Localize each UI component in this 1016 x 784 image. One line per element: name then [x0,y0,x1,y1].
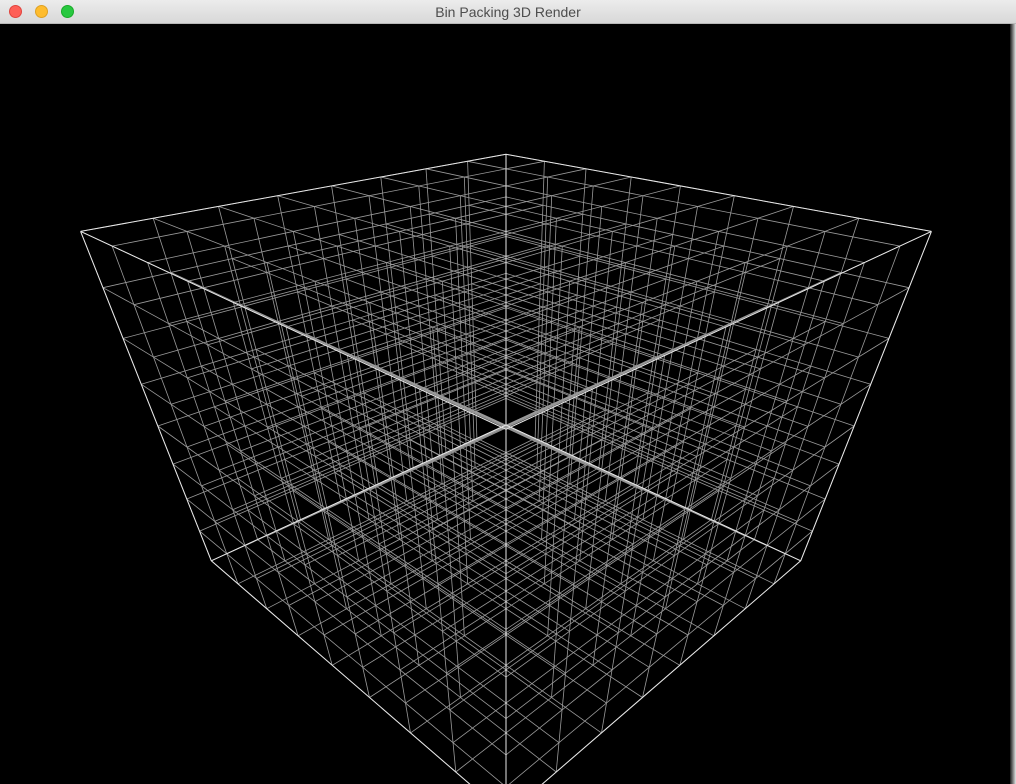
grid-line [387,389,746,591]
grid-line [187,231,285,560]
window-edge [1010,24,1016,784]
grid-line [201,366,574,584]
grid-line [266,389,625,591]
grid-line [219,206,665,355]
cube-edge [81,231,212,560]
grid-line [103,197,506,288]
grid-line [438,366,811,584]
grid-line [187,256,580,378]
window-title: Bin Packing 3D Render [435,4,581,20]
grid-line [443,407,798,632]
cube-edge [81,154,506,231]
grid-line [171,272,586,464]
grid-line [381,177,825,281]
grid-line [394,426,736,633]
grid-line [112,246,238,584]
grid-line [420,218,859,389]
render-viewport[interactable] [1,24,1010,784]
grid-line [188,177,632,281]
grid-line [774,246,900,584]
grid-line [506,398,812,531]
wireframe-cube-render [1,24,1010,784]
grid-line [153,218,592,389]
grid-line [426,169,864,263]
grid-line [339,235,760,369]
grid-line [468,161,900,246]
grid-line [469,205,878,304]
app-window: Bin Packing 3D Render [0,0,1016,784]
grid-line [427,272,842,464]
grid-line [252,235,673,369]
grid-line [446,444,785,673]
grid-line [347,206,793,355]
grid-line [200,398,506,531]
grid-line [276,426,618,633]
title-bar[interactable]: Bin Packing 3D Render [0,0,1016,24]
grid-line [727,231,825,560]
grid-line [711,206,793,519]
grid-line [506,197,909,288]
grid-line [112,161,544,246]
cube-edge [506,154,931,231]
grid-line [219,206,301,519]
grid-line [432,256,825,378]
cube-edge [801,231,932,560]
grid-line [215,407,570,632]
grid-line [148,169,586,263]
grid-line [227,444,566,673]
